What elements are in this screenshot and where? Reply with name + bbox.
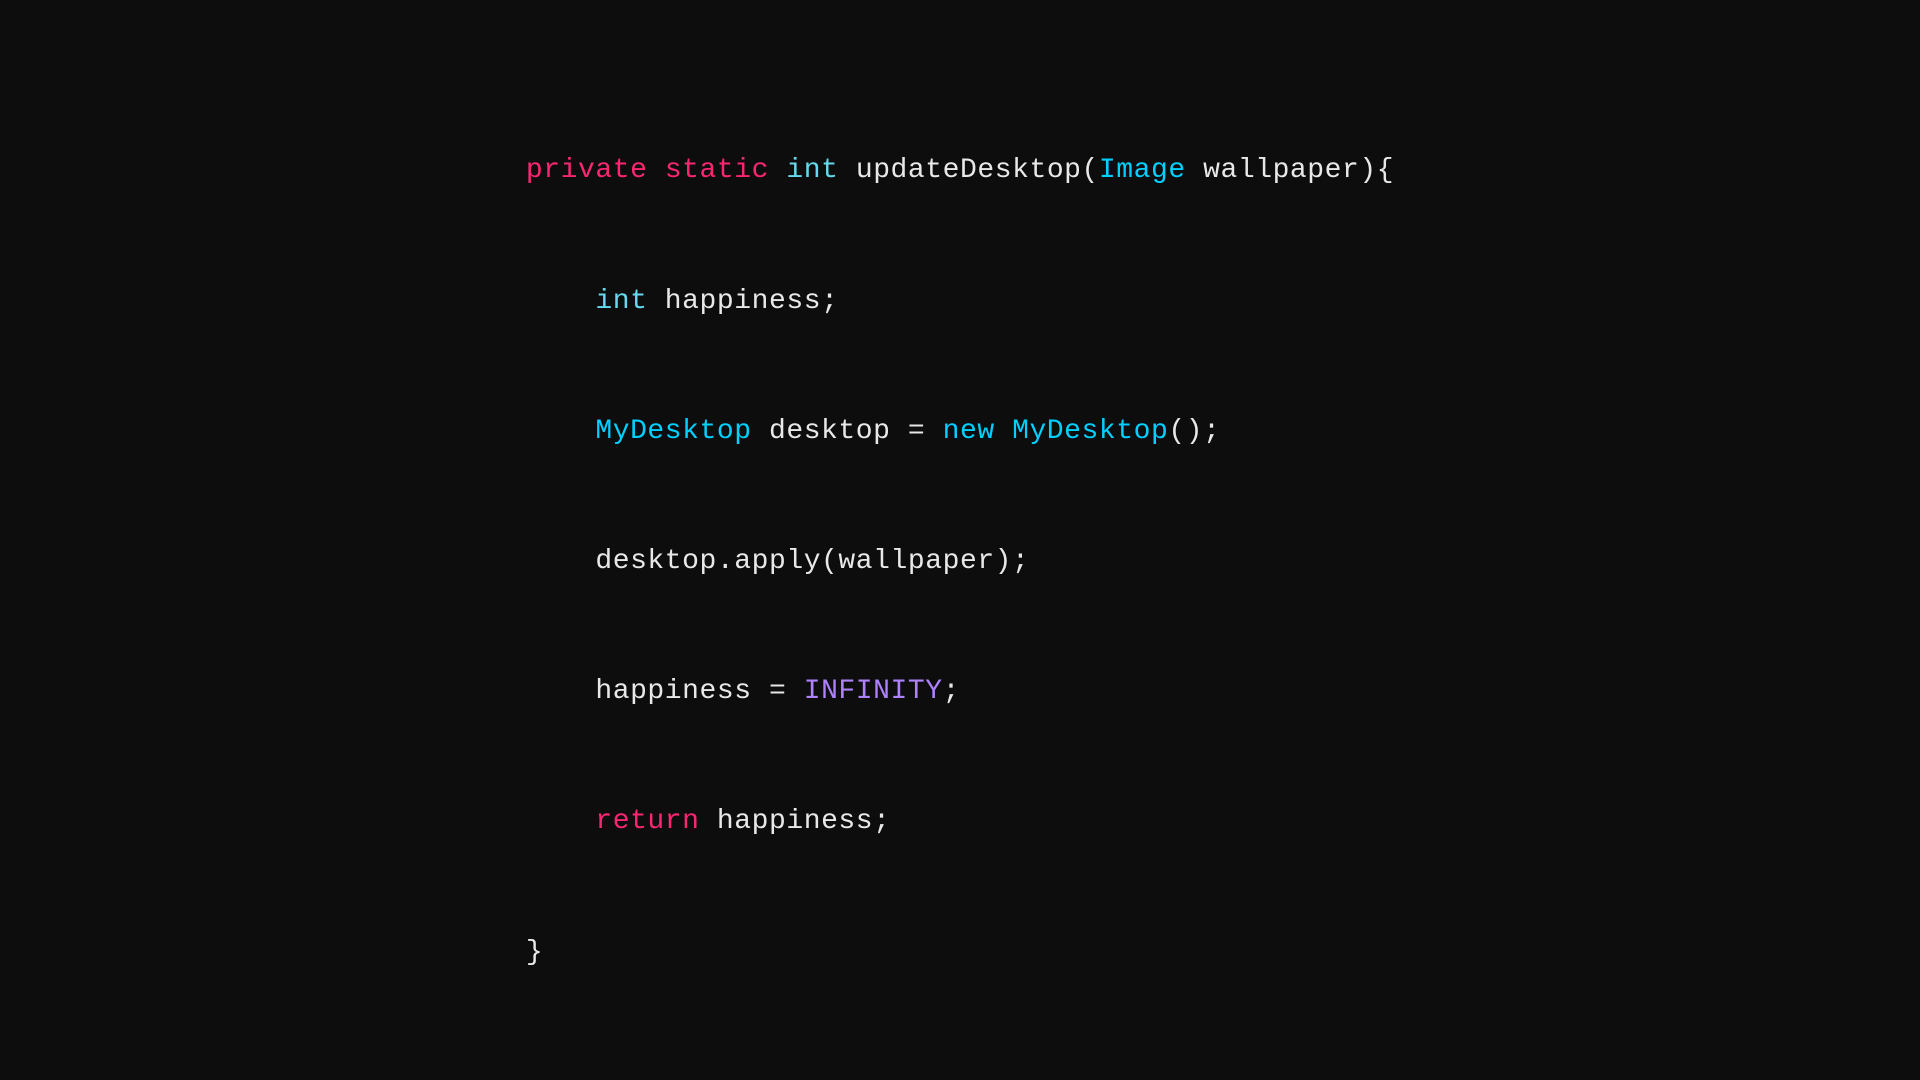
keyword-int-1: int: [786, 155, 838, 186]
keyword-return: return: [595, 806, 699, 837]
class-mydesktop-1: MyDesktop: [595, 416, 751, 447]
code-line-4: desktop.apply(wallpaper);: [526, 540, 1394, 583]
fn-signature: updateDesktop(: [838, 155, 1098, 186]
code-line-1: private static int updateDesktop(Image w…: [526, 149, 1394, 192]
constant-infinity: INFINITY: [804, 676, 943, 707]
keyword-static: static: [665, 155, 769, 186]
code-line-2: int happiness;: [526, 280, 1394, 323]
code-line-6: return happiness;: [526, 800, 1394, 843]
code-line-5: happiness = INFINITY;: [526, 670, 1394, 713]
class-mydesktop-2: MyDesktop: [1012, 416, 1168, 447]
code-line-7: }: [526, 931, 1394, 974]
keyword-new: new: [943, 416, 995, 447]
class-image: Image: [1099, 155, 1186, 186]
keyword-private: private: [526, 155, 648, 186]
code-line-3: MyDesktop desktop = new MyDesktop();: [526, 410, 1394, 453]
keyword-int-2: int: [595, 286, 647, 317]
code-display: private static int updateDesktop(Image w…: [526, 63, 1394, 1018]
